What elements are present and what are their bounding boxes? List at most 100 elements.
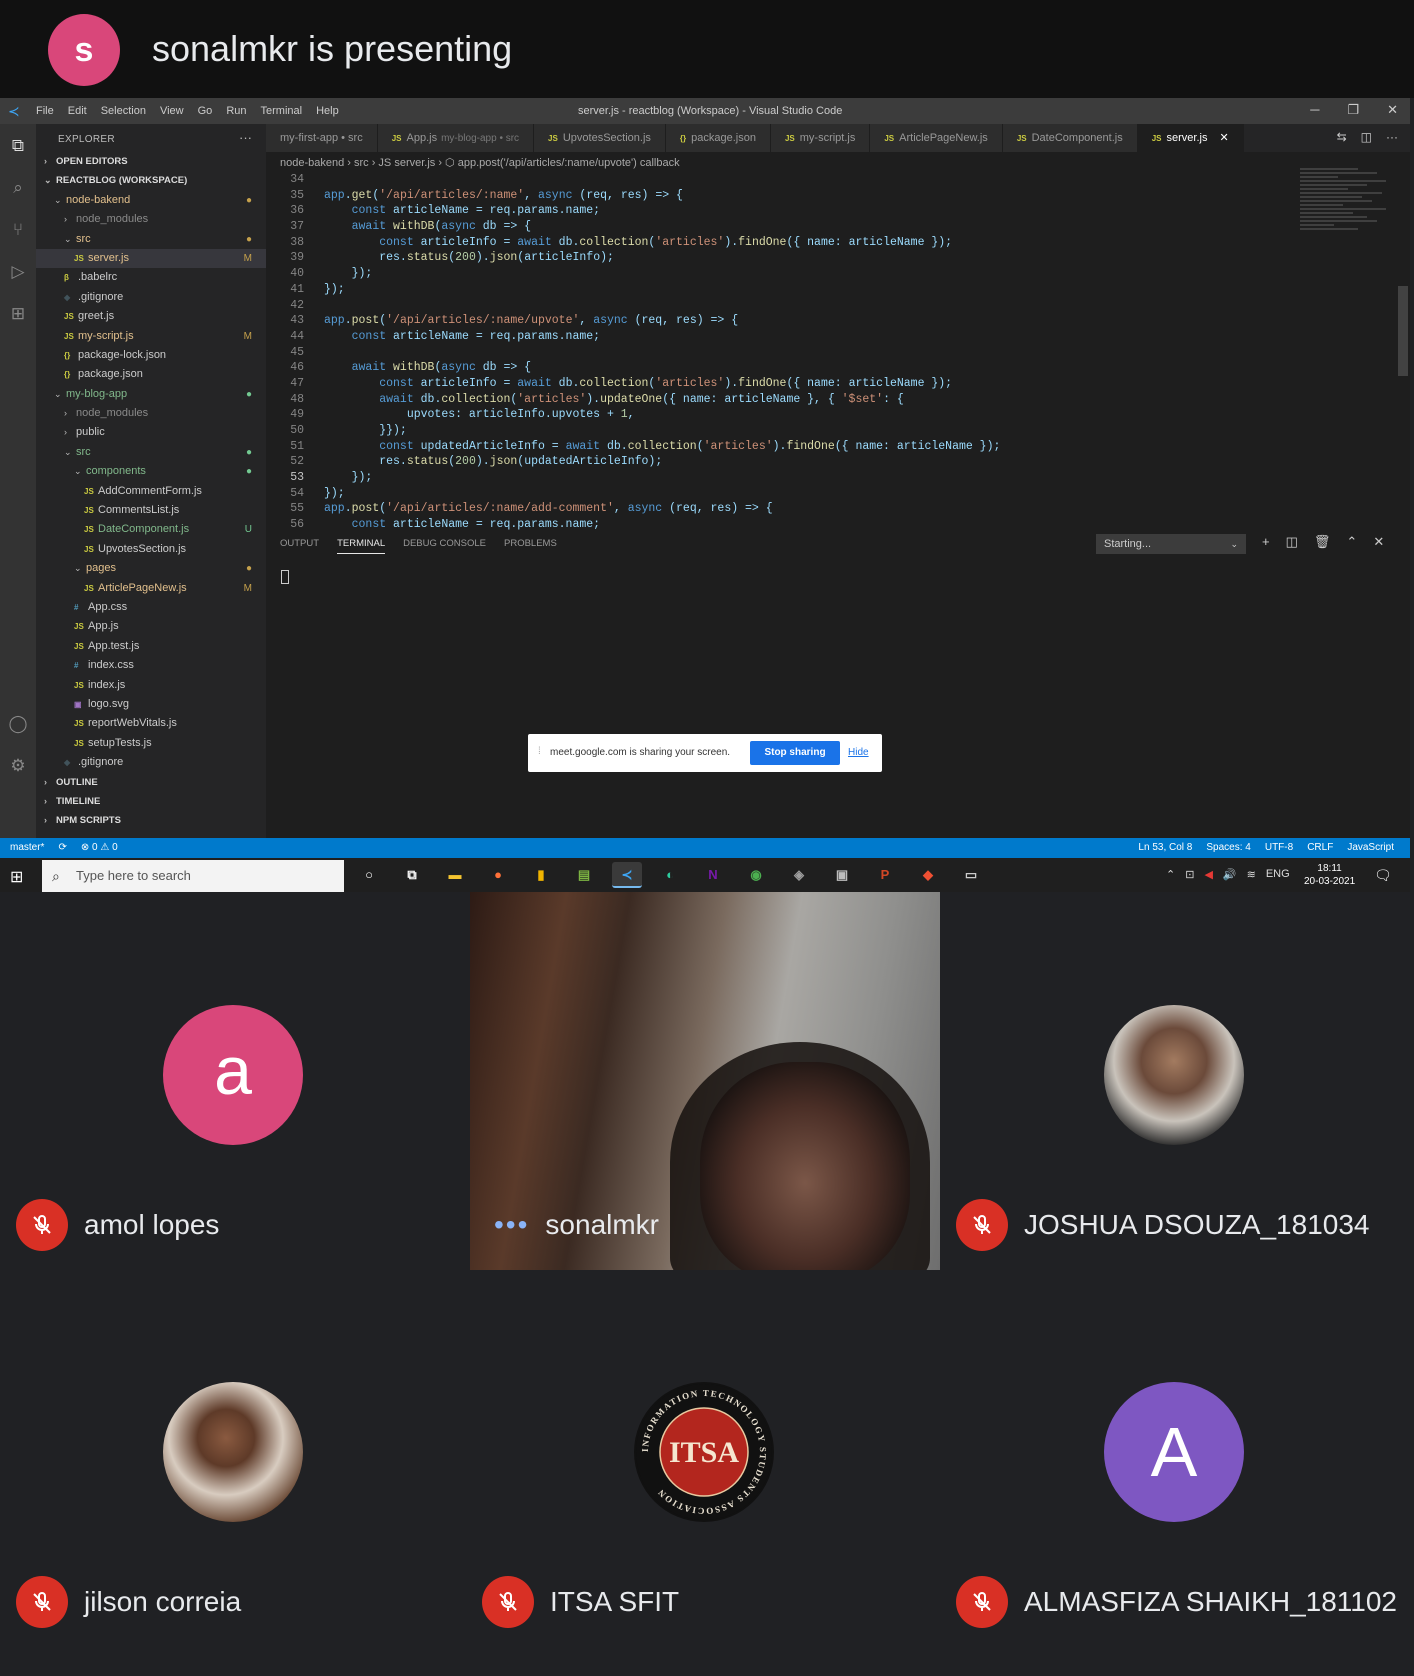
panel-tab-output[interactable]: OUTPUT — [280, 538, 319, 554]
menu-item-file[interactable]: File — [36, 105, 54, 117]
tree-file[interactable]: # index.css — [36, 656, 266, 675]
edge-icon[interactable]: ◐ — [655, 862, 685, 888]
tree-folder[interactable]: ⌄ node-bakend ● — [36, 191, 266, 210]
code-editor[interactable]: 34 35 app.get('/api/articles/:name', async… — [266, 172, 1306, 531]
git-icon[interactable]: ◆ — [913, 862, 943, 888]
restore-icon[interactable]: ❐ — [1347, 102, 1359, 118]
tree-file[interactable]: # App.css — [36, 598, 266, 617]
menu-item-help[interactable]: Help — [316, 105, 339, 117]
menu-item-edit[interactable]: Edit — [68, 105, 87, 117]
section-header[interactable]: › OPEN EDITORS — [36, 152, 266, 171]
wifi-icon[interactable]: ≋ — [1247, 868, 1256, 881]
file-explorer-icon[interactable]: ▬ — [440, 862, 470, 888]
close-panel-icon[interactable]: ✕ — [1373, 534, 1384, 550]
tree-folder[interactable]: ⌄ pages ● — [36, 559, 266, 578]
notification-center-icon[interactable]: 🗨 — [1374, 867, 1392, 884]
terminal-app-icon[interactable]: ▭ — [956, 862, 986, 888]
editor-scrollbar[interactable] — [1398, 286, 1408, 376]
volume-icon[interactable]: 🔊 — [1223, 868, 1237, 881]
tree-file[interactable]: JS CommentsList.js — [36, 501, 266, 520]
powerpoint-icon[interactable]: P — [870, 862, 900, 888]
terminal-select[interactable]: Starting... ⌄ — [1096, 534, 1246, 554]
editor-tab[interactable]: JS DateComponent.js — [1002, 124, 1138, 152]
editor-tab[interactable]: {} package.json — [665, 124, 771, 152]
tree-folder[interactable]: › node_modules — [36, 210, 266, 229]
section-header[interactable]: ⌄ REACTBLOG (WORKSPACE) — [36, 171, 266, 190]
more-icon[interactable]: ··· — [1386, 130, 1398, 144]
account-icon[interactable]: ◯ — [8, 714, 28, 734]
language-indicator[interactable]: ENG — [1266, 868, 1290, 881]
chevron-up-icon[interactable]: ⌃ — [1166, 868, 1175, 881]
onenote-icon[interactable]: N — [698, 862, 728, 888]
section-header[interactable]: › OUTLINE — [36, 773, 266, 792]
menu-item-selection[interactable]: Selection — [101, 105, 146, 117]
tree-folder[interactable]: ⌄ src ● — [36, 443, 266, 462]
tree-file[interactable]: β .babelrc — [36, 268, 266, 287]
status-item[interactable]: ⟳ — [58, 842, 66, 853]
more-actions-icon[interactable]: ··· — [239, 130, 252, 145]
editor-tab[interactable]: JS UpvotesSection.js — [534, 124, 666, 152]
menu-item-go[interactable]: Go — [198, 105, 213, 117]
tree-file[interactable]: {} package-lock.json — [36, 346, 266, 365]
tree-folder[interactable]: ⌄ src ● — [36, 230, 266, 249]
close-icon[interactable]: ✕ — [1387, 102, 1398, 118]
status-item[interactable]: UTF-8 — [1265, 842, 1293, 853]
source-control-icon[interactable]: ⑂ — [8, 220, 28, 240]
clock[interactable]: 18:11 20-03-2021 — [1304, 862, 1355, 888]
tree-file[interactable]: ◆ .gitignore — [36, 753, 266, 772]
tree-file[interactable]: ◆ .gitignore — [36, 288, 266, 307]
tree-file[interactable]: JS setupTests.js — [36, 734, 266, 753]
split-terminal-icon[interactable]: ◫ — [1286, 534, 1298, 550]
run-debug-icon[interactable]: ▷ — [8, 262, 28, 282]
tree-file[interactable]: JS index.js — [36, 676, 266, 695]
settings-gear-icon[interactable]: ⚙ — [8, 756, 28, 776]
new-terminal-icon[interactable]: + — [1262, 534, 1270, 550]
editor-tab[interactable]: JS App.js my-blog-app • src — [377, 124, 535, 152]
explorer-icon[interactable]: ⧉ — [8, 136, 28, 156]
tree-file[interactable]: JS UpvotesSection.js — [36, 540, 266, 559]
tree-file[interactable]: JS greet.js — [36, 307, 266, 326]
tree-file[interactable]: JS DateComponent.js U — [36, 520, 266, 539]
stop-sharing-button[interactable]: Stop sharing — [750, 741, 840, 765]
section-header[interactable]: › NPM SCRIPTS — [36, 811, 266, 830]
tree-file[interactable]: JS App.test.js — [36, 637, 266, 656]
windows-start-icon[interactable]: ⊞ — [10, 867, 23, 887]
minimap[interactable] — [1300, 166, 1396, 286]
tree-file[interactable]: JS App.js — [36, 617, 266, 636]
panel-tab-terminal[interactable]: TERMINAL — [337, 538, 386, 554]
maximize-panel-icon[interactable]: ⌃ — [1346, 534, 1357, 550]
editor-tab[interactable]: JS server.js ✕ — [1137, 124, 1244, 152]
tree-folder[interactable]: ⌄ components ● — [36, 462, 266, 481]
trash-icon[interactable]: 🗑 — [1314, 534, 1331, 550]
compare-icon[interactable]: ⇆ — [1337, 130, 1347, 144]
tree-file[interactable]: JS reportWebVitals.js — [36, 714, 266, 733]
tree-file[interactable]: ▣ logo.svg — [36, 695, 266, 714]
search-icon[interactable]: ⌕ — [8, 178, 28, 198]
tree-file[interactable]: JS my-script.js M — [36, 327, 266, 346]
status-item[interactable]: Ln 53, Col 8 — [1138, 842, 1192, 853]
split-editor-icon[interactable]: ◫ — [1361, 130, 1372, 144]
menu-item-view[interactable]: View — [160, 105, 184, 117]
status-item[interactable]: Spaces: 4 — [1206, 842, 1250, 853]
extensions-icon[interactable]: ⊞ — [8, 304, 28, 324]
status-item[interactable]: JavaScript — [1347, 842, 1394, 853]
task-view-icon[interactable]: ⧉ — [397, 862, 427, 888]
chrome-icon[interactable]: ◉ — [741, 862, 771, 888]
panel-tab-debug-console[interactable]: DEBUG CONSOLE — [403, 538, 486, 554]
section-header[interactable]: › TIMELINE — [36, 792, 266, 811]
close-tab-icon[interactable]: ✕ — [1219, 132, 1228, 144]
tree-folder[interactable]: › node_modules — [36, 404, 266, 423]
tree-file[interactable]: JS server.js M — [36, 248, 266, 269]
firefox-icon[interactable]: ● — [483, 862, 513, 888]
breadcrumb[interactable]: node-bakend › src › JS server.js › ⬡ app… — [280, 156, 680, 169]
network-adapter-icon[interactable]: ⊡ — [1185, 868, 1194, 881]
editor-tab[interactable]: JS my-script.js — [770, 124, 871, 152]
editor-tab[interactable]: JS ArticlePageNew.js — [870, 124, 1003, 152]
status-item[interactable]: ⊗ 0 ⚠ 0 — [81, 842, 118, 853]
panel-tab-problems[interactable]: PROBLEMS — [504, 538, 557, 554]
app-icon[interactable]: ◈ — [784, 862, 814, 888]
drag-handle-icon[interactable]: ⁞ — [538, 746, 541, 757]
minimize-icon[interactable]: ─ — [1310, 102, 1319, 118]
tree-folder[interactable]: ⌄ my-blog-app ● — [36, 385, 266, 404]
status-item[interactable]: master* — [10, 842, 44, 853]
